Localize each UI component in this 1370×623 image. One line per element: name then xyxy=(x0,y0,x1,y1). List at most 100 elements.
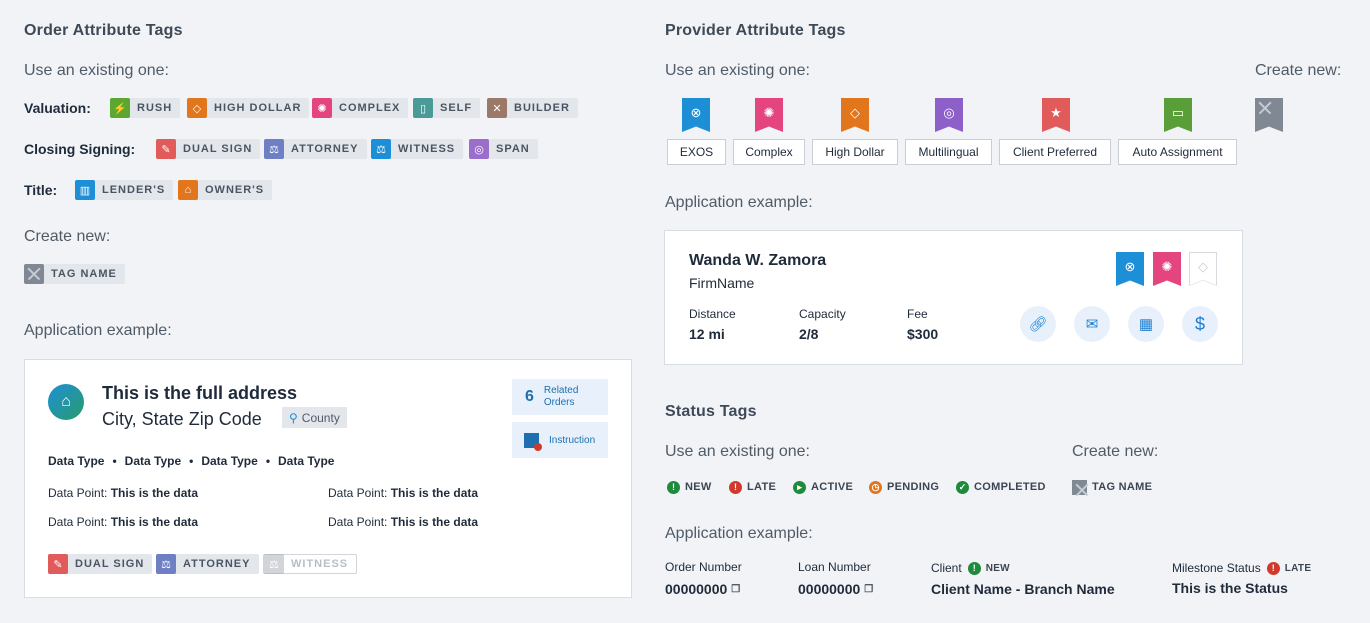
placeholder-icon xyxy=(1072,479,1087,495)
provider-tag-complex[interactable]: Complex xyxy=(733,139,805,165)
status-tag-active[interactable]: ▸ ACTIVE xyxy=(793,479,853,495)
complex-flag-icon: ✺ xyxy=(1153,252,1181,286)
tag-rush[interactable]: ⚡ RUSH xyxy=(110,98,181,118)
location-pin-icon: ⚲ xyxy=(289,410,298,425)
calendar-icon: ▦ xyxy=(1138,316,1154,333)
copy-icon[interactable]: ❐ xyxy=(731,584,740,595)
order-example-card: ⌂ This is the full address City, State Z… xyxy=(24,359,632,598)
email-button[interactable]: ✉ xyxy=(1074,306,1110,342)
placeholder-icon xyxy=(24,264,44,284)
title-label: Title: xyxy=(24,182,58,198)
tag-owners[interactable]: ⌂ OWNER'S xyxy=(178,180,273,200)
client-status-tag: ! NEW xyxy=(967,560,1010,576)
capacity-value: 2/8 xyxy=(799,326,819,342)
phone-icon: ▯ xyxy=(413,98,433,118)
tag-attorney[interactable]: ⚖ ATTORNEY xyxy=(264,139,367,159)
scales-icon: ⚖ xyxy=(264,554,284,574)
provider-tag-exos[interactable]: EXOS xyxy=(667,139,726,165)
status-tag-new-placeholder[interactable]: TAG NAME xyxy=(1072,479,1152,495)
home-icon: ⌂ xyxy=(178,180,198,200)
status-tag-new[interactable]: ! NEW xyxy=(667,479,712,495)
tag-new-placeholder[interactable]: TAG NAME xyxy=(24,264,125,284)
complex-flag-icon: ✺ xyxy=(755,98,783,132)
milestone-status-tag: ! LATE xyxy=(1266,560,1312,576)
provider-example-card: Wanda W. Zamora FirmName ⊗ ✺ ◇ Distance … xyxy=(664,230,1243,365)
scales-icon: ⚖ xyxy=(156,554,176,574)
loan-number-value: 00000000 ❐ xyxy=(798,581,874,597)
inbox-flag-icon: ▭ xyxy=(1164,98,1192,132)
data-type-row: Data Type • Data Type • Data Type • Data Ty… xyxy=(48,454,335,468)
county-badge: ⚲ County xyxy=(282,407,347,428)
envelope-icon: ✉ xyxy=(1085,316,1099,333)
tag-dual-sign[interactable]: ✎ DUAL SIGN xyxy=(156,139,261,159)
dollar-icon: $ xyxy=(1194,313,1205,334)
check-icon: ✓ xyxy=(956,480,969,494)
calendar-button[interactable]: ▦ xyxy=(1128,306,1164,342)
card-tag-witness-inactive[interactable]: ⚖ WITNESS xyxy=(263,554,358,574)
provider-app-example-label: Application example: xyxy=(665,194,813,211)
loan-number-label: Loan Number xyxy=(798,560,871,574)
provider-tag-multilingual[interactable]: Multilingual xyxy=(905,139,992,165)
fee-label: Fee xyxy=(907,307,928,321)
home-icon: ⌂ xyxy=(61,393,71,410)
related-orders-button[interactable]: 6 Related Orders xyxy=(512,379,608,415)
status-tag-late[interactable]: ! LATE xyxy=(729,479,776,495)
card-tag-dual-sign[interactable]: ✎ DUAL SIGN xyxy=(48,554,153,574)
exos-flag-icon: ⊗ xyxy=(1116,252,1144,286)
diamond-flag-icon: ◇ xyxy=(1189,252,1217,286)
status-tag-completed[interactable]: ✓ COMPLETED xyxy=(956,479,1046,495)
client-label-row: Client ! NEW xyxy=(931,560,1010,576)
order-use-existing-label: Use an existing one: xyxy=(24,62,169,79)
star-flag-icon: ★ xyxy=(1042,98,1070,132)
pen-icon: ✎ xyxy=(156,139,176,159)
provider-create-new-label: Create new: xyxy=(1255,62,1342,79)
placeholder-flag-icon[interactable] xyxy=(1255,98,1283,132)
provider-tag-client-preferred[interactable]: Client Preferred xyxy=(999,139,1111,165)
status-tag-pending[interactable]: ◷ PENDING xyxy=(869,479,939,495)
pen-icon: ✎ xyxy=(48,554,68,574)
provider-firm: FirmName xyxy=(689,275,755,291)
link-button[interactable]: 🔗︎ xyxy=(1020,306,1056,342)
gear-icon: ✺ xyxy=(312,98,332,118)
tag-high-dollar[interactable]: ◇ HIGH DOLLAR xyxy=(187,98,310,118)
card-tag-attorney[interactable]: ⚖ ATTORNEY xyxy=(156,554,259,574)
tag-span[interactable]: ◎ SPAN xyxy=(469,139,538,159)
tag-complex[interactable]: ✺ COMPLEX xyxy=(312,98,409,118)
valuation-label: Valuation: xyxy=(24,100,91,116)
status-section-title: Status Tags xyxy=(665,403,757,420)
provider-name: Wanda W. Zamora xyxy=(689,252,827,269)
order-create-new-label: Create new: xyxy=(24,228,111,245)
provider-use-existing-label: Use an existing one: xyxy=(665,62,810,79)
clock-icon: ◷ xyxy=(869,480,882,494)
property-avatar: ⌂ xyxy=(48,384,84,420)
exclamation-icon: ! xyxy=(729,480,742,494)
fee-button[interactable]: $ xyxy=(1182,306,1218,342)
lightning-icon: ⚡ xyxy=(110,98,130,118)
copy-icon[interactable]: ❐ xyxy=(864,584,873,595)
distance-label: Distance xyxy=(689,307,736,321)
instruction-button[interactable]: Instruction xyxy=(512,422,608,458)
play-icon: ▸ xyxy=(793,480,806,494)
instruction-icon xyxy=(524,432,542,451)
link-icon: 🔗︎ xyxy=(1028,316,1048,333)
provider-tag-high-dollar[interactable]: High Dollar xyxy=(812,139,898,165)
provider-section-title: Provider Attribute Tags xyxy=(665,22,846,39)
exclamation-icon: ! xyxy=(1266,561,1280,575)
tag-witness[interactable]: ⚖ WITNESS xyxy=(371,139,464,159)
data-point-3: Data Point: This is the data xyxy=(48,515,199,529)
provider-tag-auto-assignment[interactable]: Auto Assignment xyxy=(1118,139,1237,165)
tools-icon: ✕ xyxy=(487,98,507,118)
data-point-1: Data Point: This is the data xyxy=(48,486,199,500)
scales-icon: ⚖ xyxy=(371,139,391,159)
diamond-icon: ◇ xyxy=(187,98,207,118)
order-section-title: Order Attribute Tags xyxy=(24,22,183,39)
exclamation-icon: ! xyxy=(667,480,680,494)
data-point-2: Data Point: This is the data xyxy=(328,486,479,500)
milestone-value: This is the Status xyxy=(1172,580,1288,596)
tag-builder[interactable]: ✕ BUILDER xyxy=(487,98,578,118)
tag-lenders[interactable]: ▥ LENDER'S xyxy=(75,180,174,200)
tag-self[interactable]: ▯ SELF xyxy=(413,98,481,118)
diamond-flag-icon: ◇ xyxy=(841,98,869,132)
status-app-example-label: Application example: xyxy=(665,525,813,542)
order-number-value: 00000000 ❐ xyxy=(665,581,741,597)
